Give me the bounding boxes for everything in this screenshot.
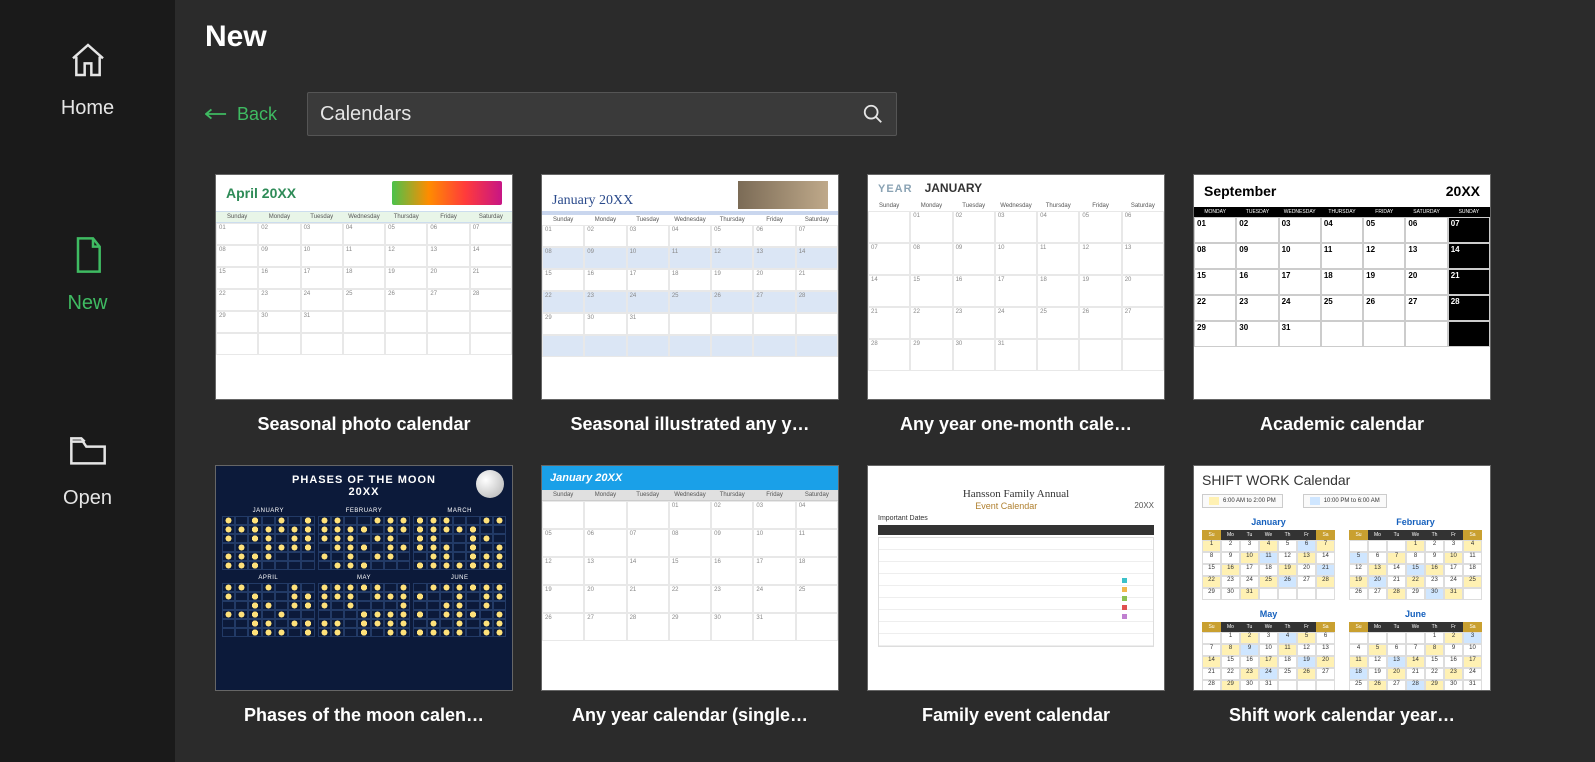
nav-open[interactable]: Open xyxy=(0,430,175,510)
template-seasonal-photo[interactable]: April 20XX SundayMondayTuesdayWednesdayT… xyxy=(215,174,513,435)
thumb-title: PHASES OF THE MOON xyxy=(292,474,436,486)
template-label: Academic calendar xyxy=(1260,414,1424,435)
template-thumbnail: January 20XX SundayMondayTuesdayWednesda… xyxy=(541,174,839,400)
template-search-box[interactable] xyxy=(307,92,897,136)
template-any-year-one-month[interactable]: YEAR JANUARY SundayMondayTuesdayWednesda… xyxy=(867,174,1165,435)
template-label: Any year calendar (single… xyxy=(572,705,808,726)
open-folder-icon xyxy=(68,430,108,475)
winter-graphic xyxy=(738,181,828,209)
home-icon xyxy=(68,40,108,85)
nav-new-label: New xyxy=(67,292,107,315)
thumb-year: 20XX xyxy=(349,486,380,498)
back-button[interactable]: Back xyxy=(205,104,277,125)
template-label: Seasonal illustrated any y… xyxy=(570,414,809,435)
template-label: Family event calendar xyxy=(922,705,1110,726)
legend-shift1: 6:00 AM to 2:00 PM xyxy=(1223,498,1276,504)
legend-shift2: 10:00 PM to 6:00 AM xyxy=(1324,498,1380,504)
template-thumbnail: April 20XX SundayMondayTuesdayWednesdayT… xyxy=(215,174,513,400)
nav-home[interactable]: Home xyxy=(0,40,175,120)
thumb-subtitle: Event Calendar xyxy=(975,501,1037,511)
nav-new[interactable]: New xyxy=(0,235,175,315)
thumb-year: 20XX xyxy=(1134,501,1154,510)
template-label: Seasonal photo calendar xyxy=(257,414,470,435)
back-arrow-icon xyxy=(205,106,227,122)
template-thumbnail: September 20XX MONDAYTUESDAYWEDNESDAYTHU… xyxy=(1193,174,1491,400)
back-label: Back xyxy=(237,104,277,125)
nav-home-label: Home xyxy=(61,97,114,120)
template-thumbnail: YEAR JANUARY SundayMondayTuesdayWednesda… xyxy=(867,174,1165,400)
template-label: Shift work calendar year… xyxy=(1229,705,1455,726)
template-thumbnail: January 20XX SundayMondayTuesdayWednesda… xyxy=(541,465,839,691)
page-title: New xyxy=(205,20,1565,54)
thumb-month: JANUARY xyxy=(925,181,983,195)
thumb-title: January 20XX xyxy=(552,193,633,209)
template-shift-work[interactable]: SHIFT WORK Calendar 6:00 AM to 2:00 PM 1… xyxy=(1193,465,1491,726)
thumb-title: Hansson Family Annual xyxy=(878,488,1154,500)
template-search-input[interactable] xyxy=(320,103,862,126)
template-grid: April 20XX SundayMondayTuesdayWednesdayT… xyxy=(205,174,1565,726)
nav-open-label: Open xyxy=(63,487,112,510)
thumb-title: January 20XX xyxy=(542,466,838,490)
template-label: Any year one-month cale… xyxy=(900,414,1132,435)
template-thumbnail: SHIFT WORK Calendar 6:00 AM to 2:00 PM 1… xyxy=(1193,465,1491,691)
new-file-icon xyxy=(68,235,108,280)
thumb-title: April 20XX xyxy=(226,185,296,201)
template-academic[interactable]: September 20XX MONDAYTUESDAYWEDNESDAYTHU… xyxy=(1193,174,1491,435)
template-seasonal-illustrated[interactable]: January 20XX SundayMondayTuesdayWednesda… xyxy=(541,174,839,435)
search-row: Back xyxy=(205,92,1565,136)
template-any-year-single[interactable]: January 20XX SundayMondayTuesdayWednesda… xyxy=(541,465,839,726)
thumb-line: Important Dates xyxy=(878,515,1154,522)
template-moon-phases[interactable]: PHASES OF THE MOON 20XX JANUARYFEBRUARYM… xyxy=(215,465,513,726)
template-family-event[interactable]: Hansson Family Annual Event Calendar 20XX… xyxy=(867,465,1165,726)
template-thumbnail: PHASES OF THE MOON 20XX JANUARYFEBRUARYM… xyxy=(215,465,513,691)
thumb-title: SHIFT WORK Calendar xyxy=(1202,472,1482,488)
main-panel: New Back April 20XX SundayMondayTuesdayW… xyxy=(175,0,1595,762)
template-thumbnail: Hansson Family Annual Event Calendar 20XX… xyxy=(867,465,1165,691)
thumb-year: 20XX xyxy=(1446,183,1480,199)
moon-icon xyxy=(476,470,504,498)
thumb-year: YEAR xyxy=(878,183,913,195)
thumb-title: September xyxy=(1204,183,1276,199)
search-icon xyxy=(862,103,884,125)
spring-graphic xyxy=(392,181,502,205)
backstage-sidebar: Home New Open xyxy=(0,0,175,762)
search-button[interactable] xyxy=(862,103,884,125)
template-label: Phases of the moon calen… xyxy=(244,705,484,726)
